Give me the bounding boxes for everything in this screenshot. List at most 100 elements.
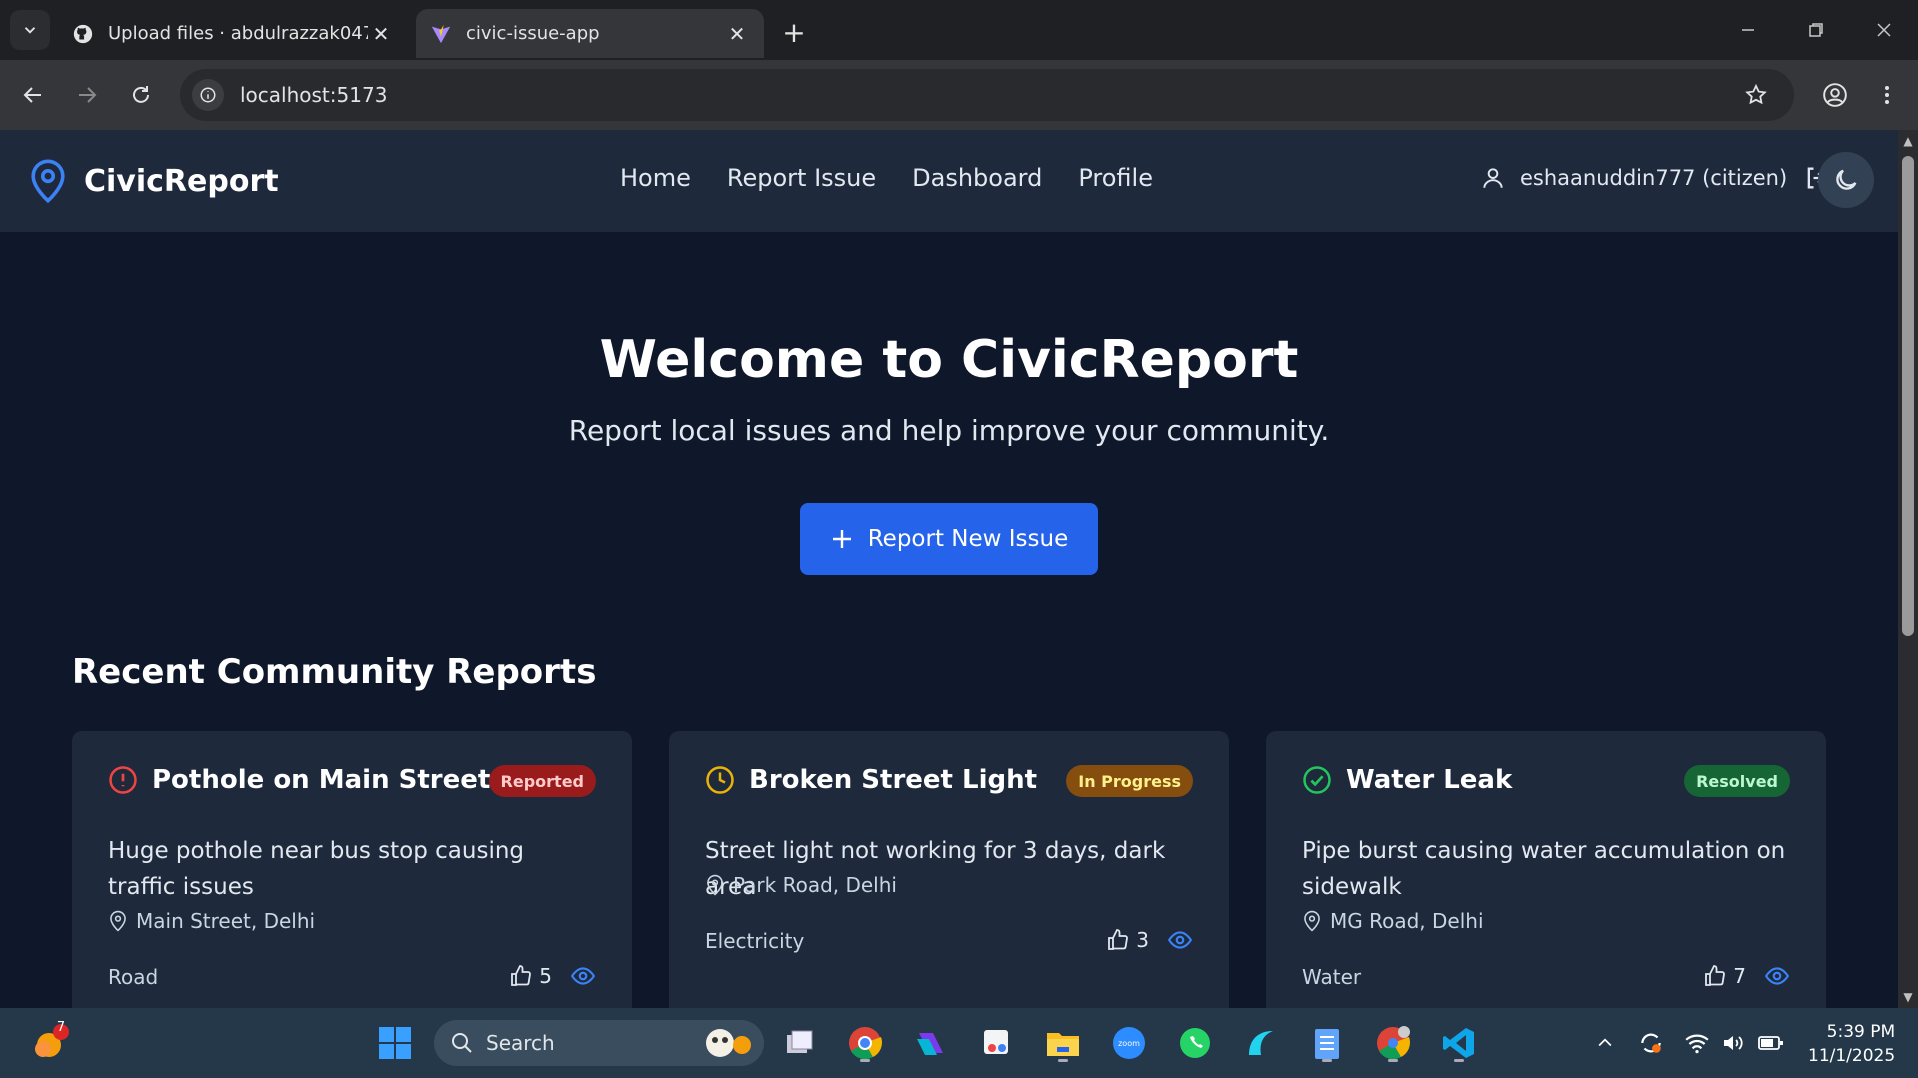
- reload-button[interactable]: [120, 74, 162, 116]
- map-pin-icon: [31, 159, 65, 204]
- nav-profile[interactable]: Profile: [1078, 164, 1153, 192]
- notepad-icon[interactable]: [1304, 1020, 1350, 1066]
- card-stats: 3: [1106, 927, 1193, 953]
- chevron-up-icon[interactable]: [1582, 1020, 1628, 1066]
- search-icon: [452, 1033, 472, 1053]
- card-category: Water: [1302, 965, 1362, 989]
- tab-title: Upload files · abdulrazzak047/C: [108, 23, 368, 44]
- widgets-weather-icon[interactable]: 7: [26, 1020, 72, 1066]
- bookmark-star-icon[interactable]: [1736, 75, 1776, 115]
- eye-icon[interactable]: [1167, 927, 1193, 953]
- new-tab-button[interactable]: +: [776, 14, 812, 50]
- start-button[interactable]: [372, 1020, 418, 1066]
- report-card[interactable]: Pothole on Main Street Reported Huge pot…: [72, 731, 632, 1008]
- search-highlight-icon: [706, 1029, 751, 1057]
- tab-search-button[interactable]: [10, 10, 50, 50]
- system-clock[interactable]: 5:39 PM 11/1/2025: [1808, 1020, 1895, 1068]
- zoom-icon[interactable]: zoom: [1106, 1020, 1152, 1066]
- cta-label: Report New Issue: [867, 526, 1069, 552]
- status-badge: Reported: [488, 765, 596, 797]
- card-title: Broken Street Light: [749, 765, 1038, 795]
- profile-icon[interactable]: [1814, 74, 1856, 116]
- chrome-icon[interactable]: [842, 1020, 888, 1066]
- thumbs-up-icon[interactable]: [509, 964, 533, 988]
- card-category: Electricity: [705, 929, 805, 953]
- card-location: Park Road, Delhi: [705, 873, 897, 897]
- map-pin-icon: [1304, 910, 1320, 932]
- m365-copilot-icon[interactable]: [908, 1020, 954, 1066]
- page-viewport: CivicReport Home Report Issue Dashboard …: [0, 130, 1898, 1008]
- location-text: Park Road, Delhi: [733, 873, 897, 897]
- report-new-issue-button[interactable]: Report New Issue: [800, 503, 1098, 575]
- nav-report-issue[interactable]: Report Issue: [727, 164, 876, 192]
- card-description: Huge pothole near bus stop causing traff…: [108, 838, 525, 900]
- user-menu: eshaanuddin777 (citizen): [1480, 164, 1831, 192]
- upvote-count: 7: [1733, 964, 1746, 988]
- sync-icon[interactable]: [1628, 1020, 1674, 1066]
- clock-date: 11/1/2025: [1808, 1046, 1896, 1066]
- forward-button[interactable]: [66, 74, 108, 116]
- scrollbar-thumb[interactable]: [1902, 156, 1914, 636]
- browser-tab-strip: Upload files · abdulrazzak047/C ✕ civic-…: [0, 0, 1918, 60]
- card-description: Pipe burst causing water accumulation on…: [1302, 838, 1786, 900]
- task-view-icon[interactable]: [776, 1020, 822, 1066]
- eye-icon[interactable]: [1764, 963, 1790, 989]
- hero-subtitle: Report local issues and help improve you…: [568, 414, 1330, 447]
- scroll-down-arrow[interactable]: ▼: [1901, 990, 1915, 1004]
- minimize-icon[interactable]: [1720, 8, 1776, 52]
- username: eshaanuddin777 (citizen): [1520, 166, 1788, 190]
- chrome-profile-icon[interactable]: [1370, 1020, 1416, 1066]
- location-text: Main Street, Delhi: [136, 909, 316, 933]
- file-explorer-icon[interactable]: [1040, 1020, 1086, 1066]
- alert-circle-icon: [109, 766, 137, 794]
- browser-toolbar: localhost:5173: [0, 60, 1918, 130]
- close-window-icon[interactable]: [1856, 8, 1912, 52]
- clock-icon: [706, 766, 734, 794]
- thumbs-up-icon[interactable]: [1703, 964, 1727, 988]
- whatsapp-icon[interactable]: [1172, 1020, 1218, 1066]
- status-badge: In Progress: [1066, 765, 1193, 797]
- brand[interactable]: CivicReport: [28, 158, 279, 204]
- eye-icon[interactable]: [570, 963, 596, 989]
- report-card[interactable]: Broken Street Light In Progress Street l…: [669, 731, 1229, 1008]
- site-info-icon[interactable]: [192, 79, 224, 111]
- user-icon: [1483, 168, 1503, 188]
- card-location: Main Street, Delhi: [108, 909, 315, 933]
- browser-tab-github[interactable]: Upload files · abdulrazzak047/C ✕: [58, 9, 408, 58]
- arrow-right-icon: [79, 87, 97, 103]
- nav-home[interactable]: Home: [620, 164, 691, 192]
- windows-taskbar: 7 Search zoom 5:39 PM 11/1/2025: [0, 1008, 1918, 1078]
- battery-icon[interactable]: [1748, 1020, 1794, 1066]
- page-scrollbar[interactable]: ▲ ▼: [1898, 130, 1918, 1008]
- app-wave-icon[interactable]: [1238, 1020, 1284, 1066]
- reload-icon: [133, 86, 149, 103]
- url-text: localhost:5173: [240, 83, 388, 107]
- notification-count: 7: [56, 1020, 66, 1035]
- taskbar-search[interactable]: Search: [434, 1020, 764, 1066]
- close-tab-icon[interactable]: ✕: [724, 21, 750, 47]
- card-stats: 5: [509, 963, 596, 989]
- upvote-count: 5: [539, 964, 552, 988]
- app-navbar: CivicReport Home Report Issue Dashboard …: [0, 130, 1898, 232]
- upvote-count: 3: [1136, 928, 1149, 952]
- scroll-up-arrow[interactable]: ▲: [1901, 134, 1915, 148]
- card-title: Water Leak: [1346, 765, 1513, 795]
- vscode-icon[interactable]: [1436, 1020, 1482, 1066]
- restore-icon[interactable]: [1788, 8, 1844, 52]
- thumbs-up-icon[interactable]: [1106, 928, 1130, 952]
- theme-toggle-button[interactable]: [1818, 152, 1874, 208]
- check-circle-icon: [1303, 766, 1331, 794]
- snipping-tool-icon[interactable]: [974, 1020, 1020, 1066]
- address-bar[interactable]: localhost:5173: [180, 69, 1794, 121]
- report-card[interactable]: Water Leak Resolved Pipe burst causing w…: [1266, 731, 1826, 1008]
- brand-name: CivicReport: [84, 163, 279, 199]
- close-tab-icon[interactable]: ✕: [368, 21, 394, 47]
- nav-dashboard[interactable]: Dashboard: [912, 164, 1042, 192]
- windows-logo-icon: [379, 1027, 411, 1059]
- card-title: Pothole on Main Street: [152, 765, 491, 795]
- menu-dots-icon[interactable]: [1866, 74, 1908, 116]
- back-button[interactable]: [12, 74, 54, 116]
- clock-time: 5:39 PM: [1826, 1022, 1896, 1042]
- browser-tab-civic[interactable]: civic-issue-app ✕: [416, 9, 764, 58]
- tab-title: civic-issue-app: [466, 23, 600, 44]
